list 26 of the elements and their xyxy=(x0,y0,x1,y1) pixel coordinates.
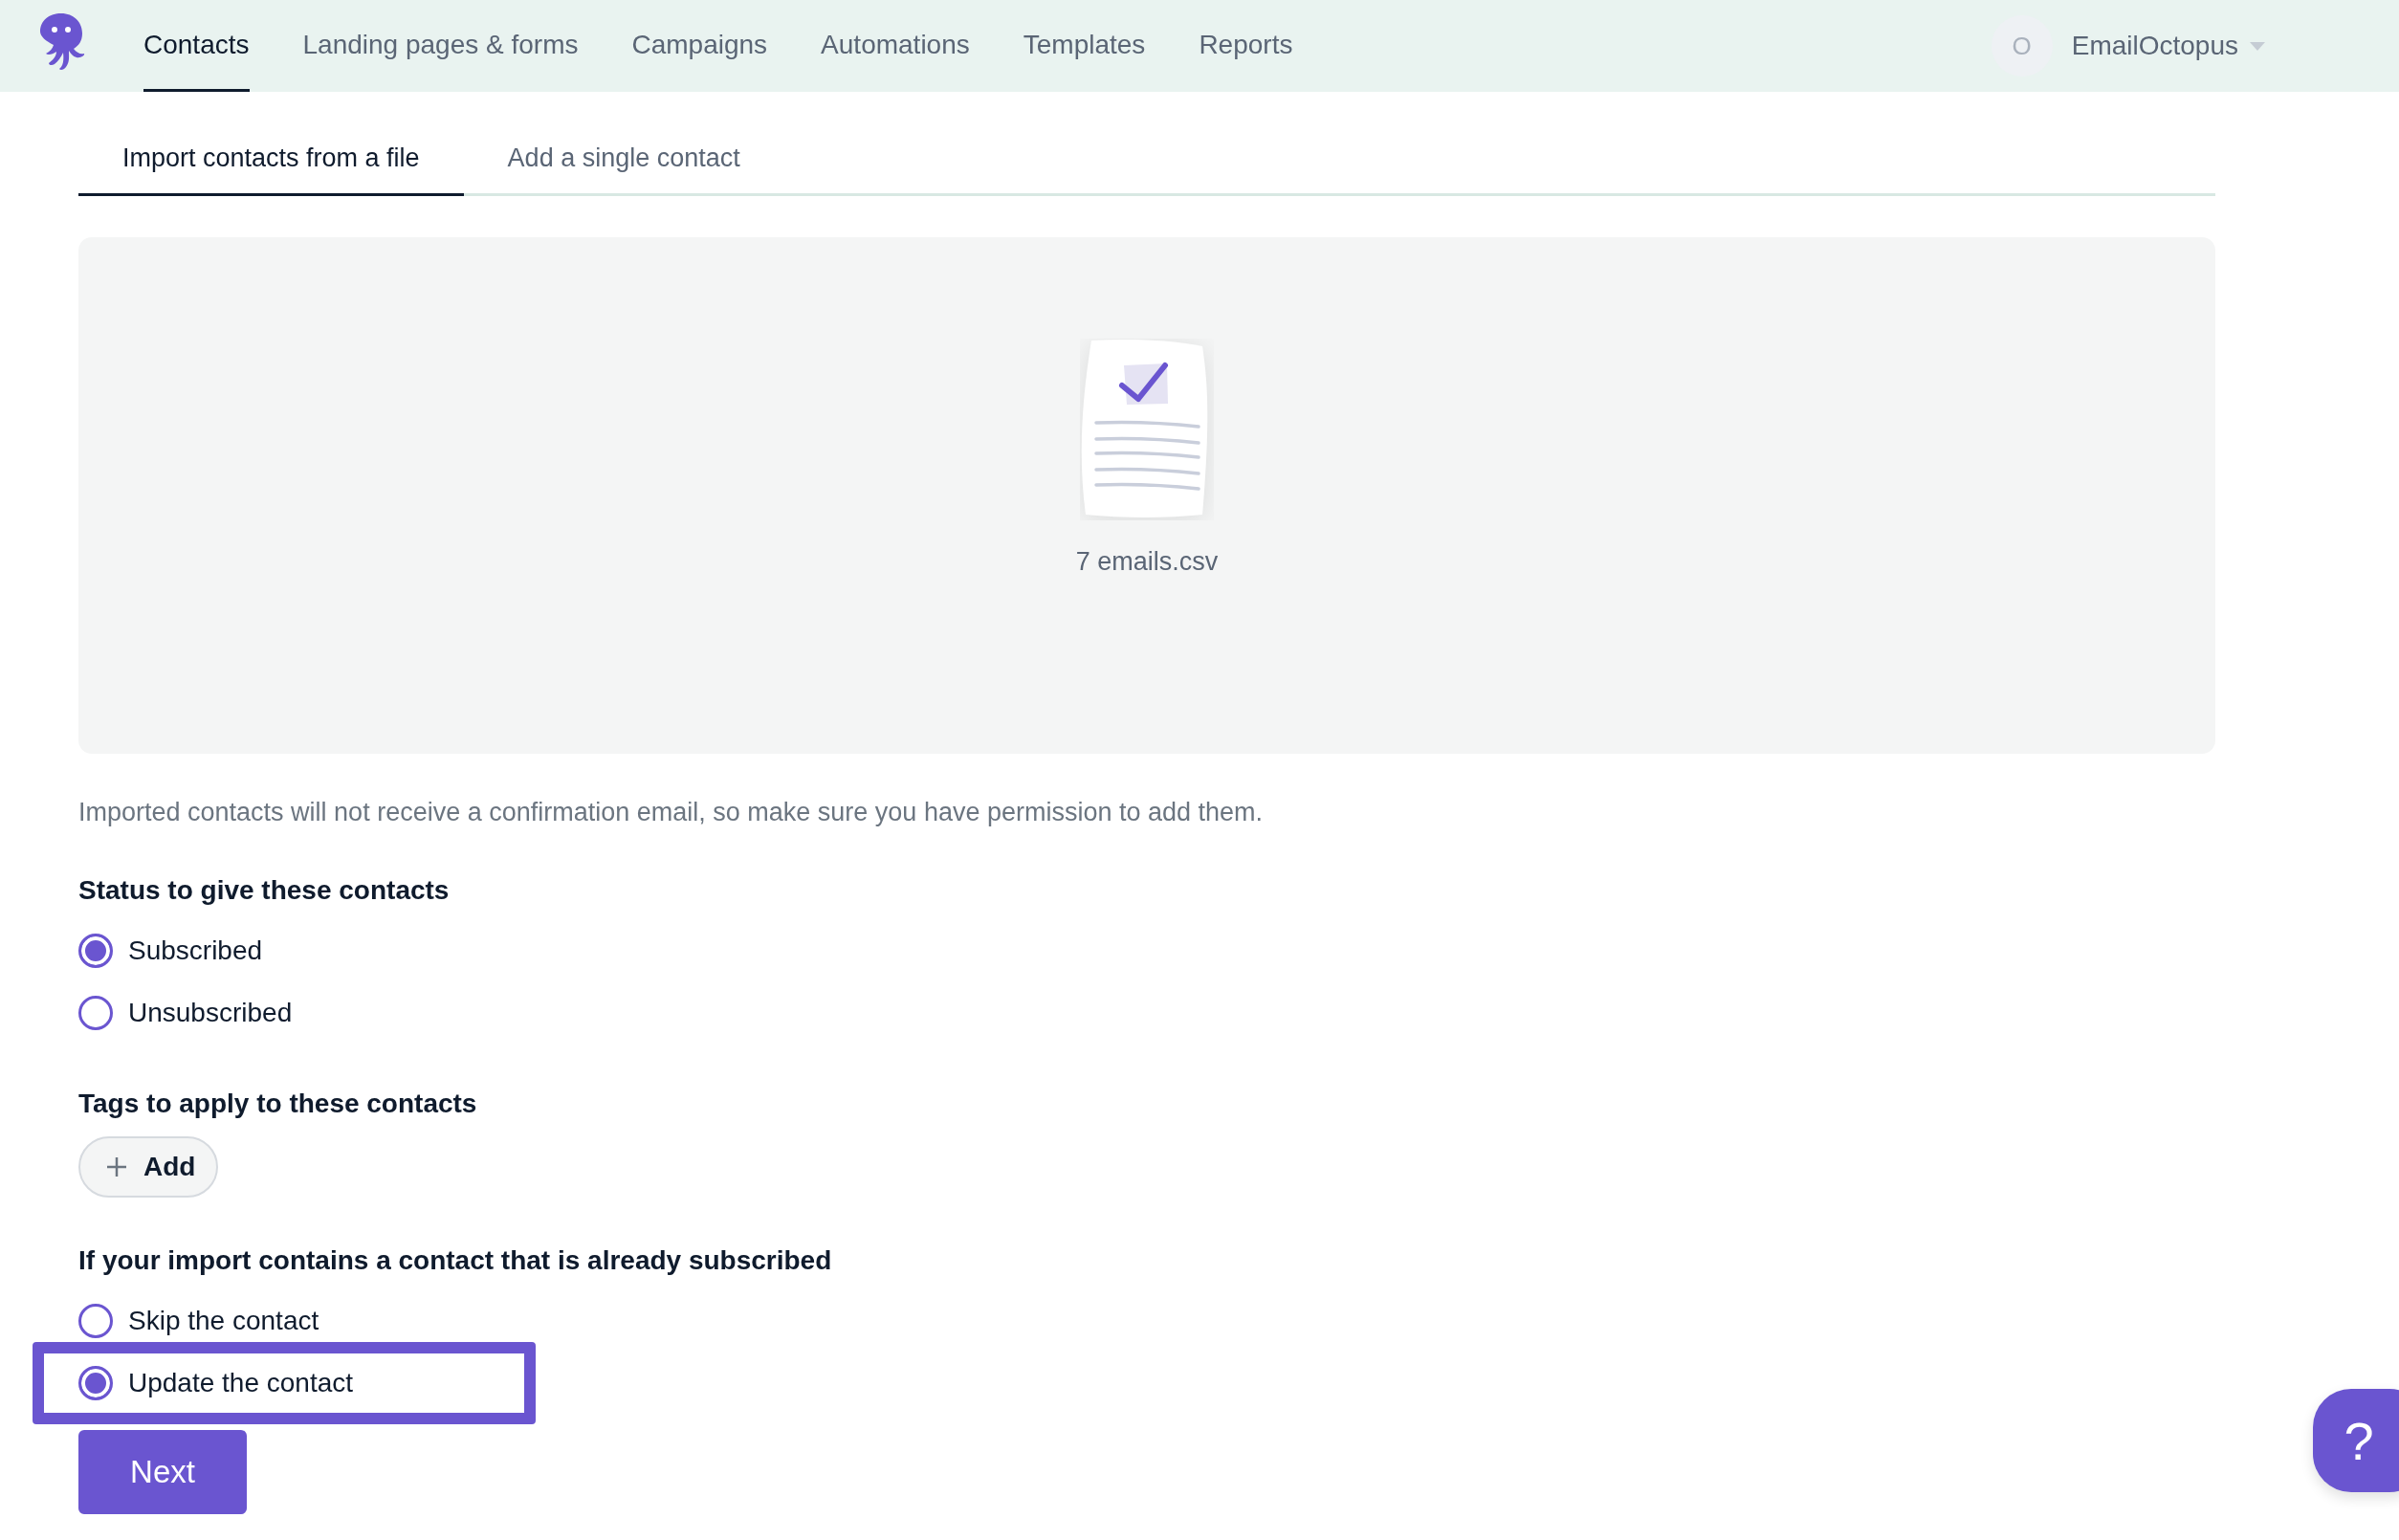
notice-text: Imported contacts will not receive a confirmation email, so make sure you have permission to add them. xyxy=(78,798,1265,827)
add-tag-button[interactable]: Add xyxy=(78,1136,219,1198)
nav-link[interactable]: Templates xyxy=(1023,0,1146,92)
account-name[interactable]: EmailOctopus xyxy=(2071,31,2238,61)
nav-link[interactable]: Landing pages & forms xyxy=(302,0,579,92)
tab[interactable]: Add a single contact xyxy=(463,122,784,196)
section-heading: If your import contains a contact that is already subscribed xyxy=(78,1245,833,1276)
radio-button[interactable] xyxy=(78,1366,113,1400)
radio-button[interactable] xyxy=(78,996,113,1030)
radio-option[interactable]: Unsubscribed xyxy=(78,985,524,1041)
file-name: 7 emails.csv xyxy=(1075,547,1219,577)
radio-option[interactable]: Update the contact xyxy=(78,1355,524,1411)
nav-link[interactable]: Contacts xyxy=(143,0,250,92)
help-button[interactable]: ? xyxy=(2313,1389,2399,1492)
radio-button[interactable] xyxy=(78,1304,113,1338)
nav-link[interactable]: Automations xyxy=(821,0,970,92)
radio-option[interactable]: Subscribed xyxy=(78,923,524,979)
section-heading: Status to give these contacts xyxy=(78,875,451,906)
tab[interactable]: Import contacts from a file xyxy=(78,122,464,196)
section-heading: Tags to apply to these contacts xyxy=(78,1089,478,1119)
next-button[interactable]: Next xyxy=(78,1430,247,1514)
plus-icon xyxy=(105,1155,128,1178)
nav-link[interactable]: Campaigns xyxy=(631,0,768,92)
radio-button[interactable] xyxy=(78,934,113,968)
radio-option[interactable]: Skip the contact xyxy=(78,1293,524,1349)
nav-link[interactable]: Reports xyxy=(1199,0,1293,92)
